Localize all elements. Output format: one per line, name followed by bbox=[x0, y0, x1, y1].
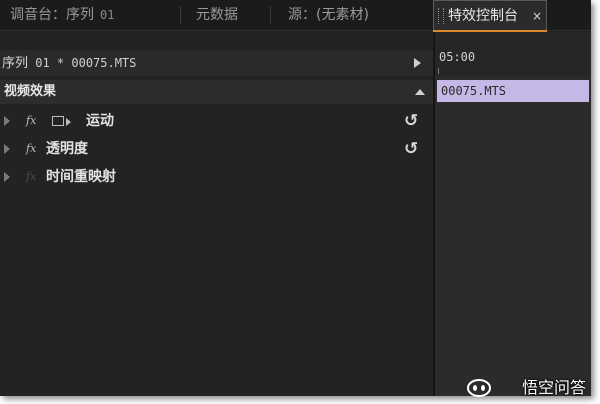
ruler-timecode: 05:00 bbox=[439, 50, 476, 64]
reset-icon[interactable]: ↺ bbox=[404, 136, 418, 162]
drag-grip-icon[interactable] bbox=[438, 8, 444, 24]
timeline-clip[interactable]: 00075.MTS bbox=[437, 80, 589, 102]
effect-row-time-remapping[interactable]: fx 时间重映射 bbox=[0, 164, 433, 190]
tab-separator bbox=[180, 6, 181, 24]
expand-arrow-icon[interactable] bbox=[4, 116, 10, 126]
close-icon[interactable]: × bbox=[532, 1, 542, 31]
timeline-clip-name: 00075.MTS bbox=[441, 84, 507, 98]
effect-row-opacity[interactable]: fx 透明度 ↺ bbox=[0, 136, 433, 162]
fx-toggle-icon[interactable]: fx bbox=[26, 108, 36, 134]
ruler-tick bbox=[438, 68, 439, 74]
sequence-clip-header: 序列 01 * 00075.MTS bbox=[0, 50, 433, 76]
tab-audio-mixer-sequence-number: 01 bbox=[100, 8, 115, 22]
tab-audio-mixer-label: 调音台：序列 bbox=[10, 7, 94, 23]
motion-transform-icon[interactable] bbox=[52, 116, 71, 126]
tab-metadata-label: 元数据 bbox=[196, 7, 238, 23]
tab-metadata[interactable]: 元数据 bbox=[196, 0, 238, 30]
fx-toggle-icon[interactable]: fx bbox=[26, 136, 36, 162]
show-timeline-play-icon[interactable] bbox=[414, 58, 421, 68]
reset-icon[interactable]: ↺ bbox=[404, 108, 418, 134]
time-ruler[interactable]: 05:00 bbox=[435, 32, 591, 76]
video-effects-header[interactable]: 视频效果 bbox=[0, 80, 433, 104]
tab-source[interactable]: 源：(无素材) bbox=[288, 0, 369, 30]
effect-controls-panel: 调音台：序列 01 元数据 源：(无素材) 特效控制台 × 序列 01 * 000… bbox=[0, 0, 591, 396]
panel-tab-bar: 调音台：序列 01 元数据 源：(无素材) 特效控制台 × bbox=[0, 0, 591, 31]
effect-name-motion: 运动 bbox=[86, 113, 114, 129]
tab-source-label: 源：(无素材) bbox=[288, 7, 369, 23]
effect-row-motion[interactable]: fx 运动 ↺ bbox=[0, 108, 433, 134]
expand-arrow-icon[interactable] bbox=[4, 172, 10, 182]
effect-name-opacity: 透明度 bbox=[46, 141, 88, 157]
sequence-clip-name: 01 * 00075.MTS bbox=[28, 56, 137, 70]
effect-name-time-remapping: 时间重映射 bbox=[46, 169, 116, 185]
collapse-up-icon[interactable] bbox=[415, 89, 425, 95]
mini-timeline-pane: 05:00 00075.MTS bbox=[435, 32, 591, 396]
sequence-clip-title: 序列 01 * 00075.MTS bbox=[2, 50, 136, 77]
tab-effect-controls[interactable]: 特效控制台 × bbox=[433, 0, 547, 30]
tab-effect-controls-label: 特效控制台 bbox=[448, 8, 518, 24]
video-effects-label: 视频效果 bbox=[4, 84, 57, 99]
watermark-text: 悟空问答 bbox=[521, 378, 586, 397]
sequence-label: 序列 bbox=[2, 56, 29, 71]
wukong-logo-icon bbox=[467, 379, 491, 397]
tab-audio-mixer[interactable]: 调音台：序列 01 bbox=[10, 0, 114, 30]
fx-toggle-icon: fx bbox=[26, 170, 37, 183]
effects-list-pane: 序列 01 * 00075.MTS 视频效果 fx 运动 ↺ fx 透明度 ↺ … bbox=[0, 50, 433, 396]
tab-separator bbox=[270, 6, 271, 24]
expand-arrow-icon[interactable] bbox=[4, 144, 10, 154]
